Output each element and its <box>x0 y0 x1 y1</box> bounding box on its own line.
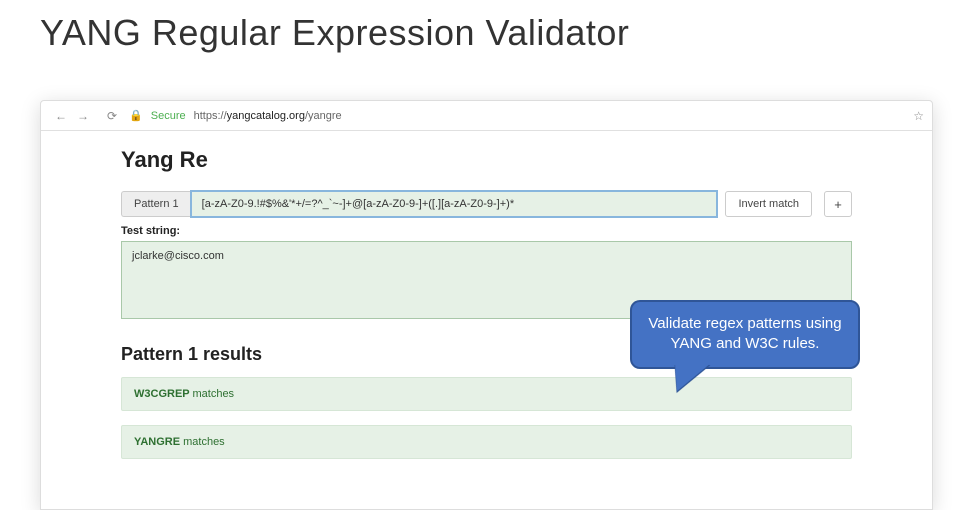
callout-text: Validate regex patterns using YANG and W… <box>648 315 841 352</box>
slide-title: YANG Regular Expression Validator <box>0 0 953 54</box>
result-row: YANGRE matches <box>121 425 852 459</box>
pattern-input[interactable] <box>191 191 718 217</box>
bookmark-star-icon[interactable]: ☆ <box>913 109 924 123</box>
result-engine: W3CGREP <box>134 388 192 400</box>
url-prefix: https:// <box>194 110 227 122</box>
browser-toolbar: ← → ⟳ 🔒 Secure https://yangcatalog.org/y… <box>41 101 932 131</box>
secure-label: Secure <box>151 110 186 122</box>
url-domain: yangcatalog.org <box>227 110 305 122</box>
url-path: /yangre <box>305 110 342 122</box>
callout-bubble: Validate regex patterns using YANG and W… <box>630 300 860 369</box>
page-body: Yang Re Pattern 1 Invert match + Test st… <box>41 131 932 459</box>
reload-icon[interactable]: ⟳ <box>103 109 121 123</box>
back-icon[interactable]: ← <box>55 109 67 123</box>
address-bar[interactable]: https://yangcatalog.org/yangre <box>194 110 342 122</box>
result-status: matches <box>192 388 234 400</box>
add-pattern-button[interactable]: + <box>824 191 852 217</box>
page-title: Yang Re <box>121 147 852 173</box>
result-row: W3CGREP matches <box>121 377 852 411</box>
annotation-callout: Validate regex patterns using YANG and W… <box>630 300 860 369</box>
result-engine: YANGRE <box>134 436 183 448</box>
forward-icon[interactable]: → <box>77 109 89 123</box>
lock-icon: 🔒 <box>129 109 143 122</box>
pattern-label-button[interactable]: Pattern 1 <box>121 191 191 217</box>
test-string-label: Test string: <box>121 225 852 237</box>
nav-arrows: ← → <box>49 109 95 123</box>
invert-match-button[interactable]: Invert match <box>725 191 812 217</box>
result-status: matches <box>183 436 225 448</box>
pattern-row: Pattern 1 Invert match + <box>121 191 852 217</box>
callout-tail-icon <box>669 363 711 391</box>
